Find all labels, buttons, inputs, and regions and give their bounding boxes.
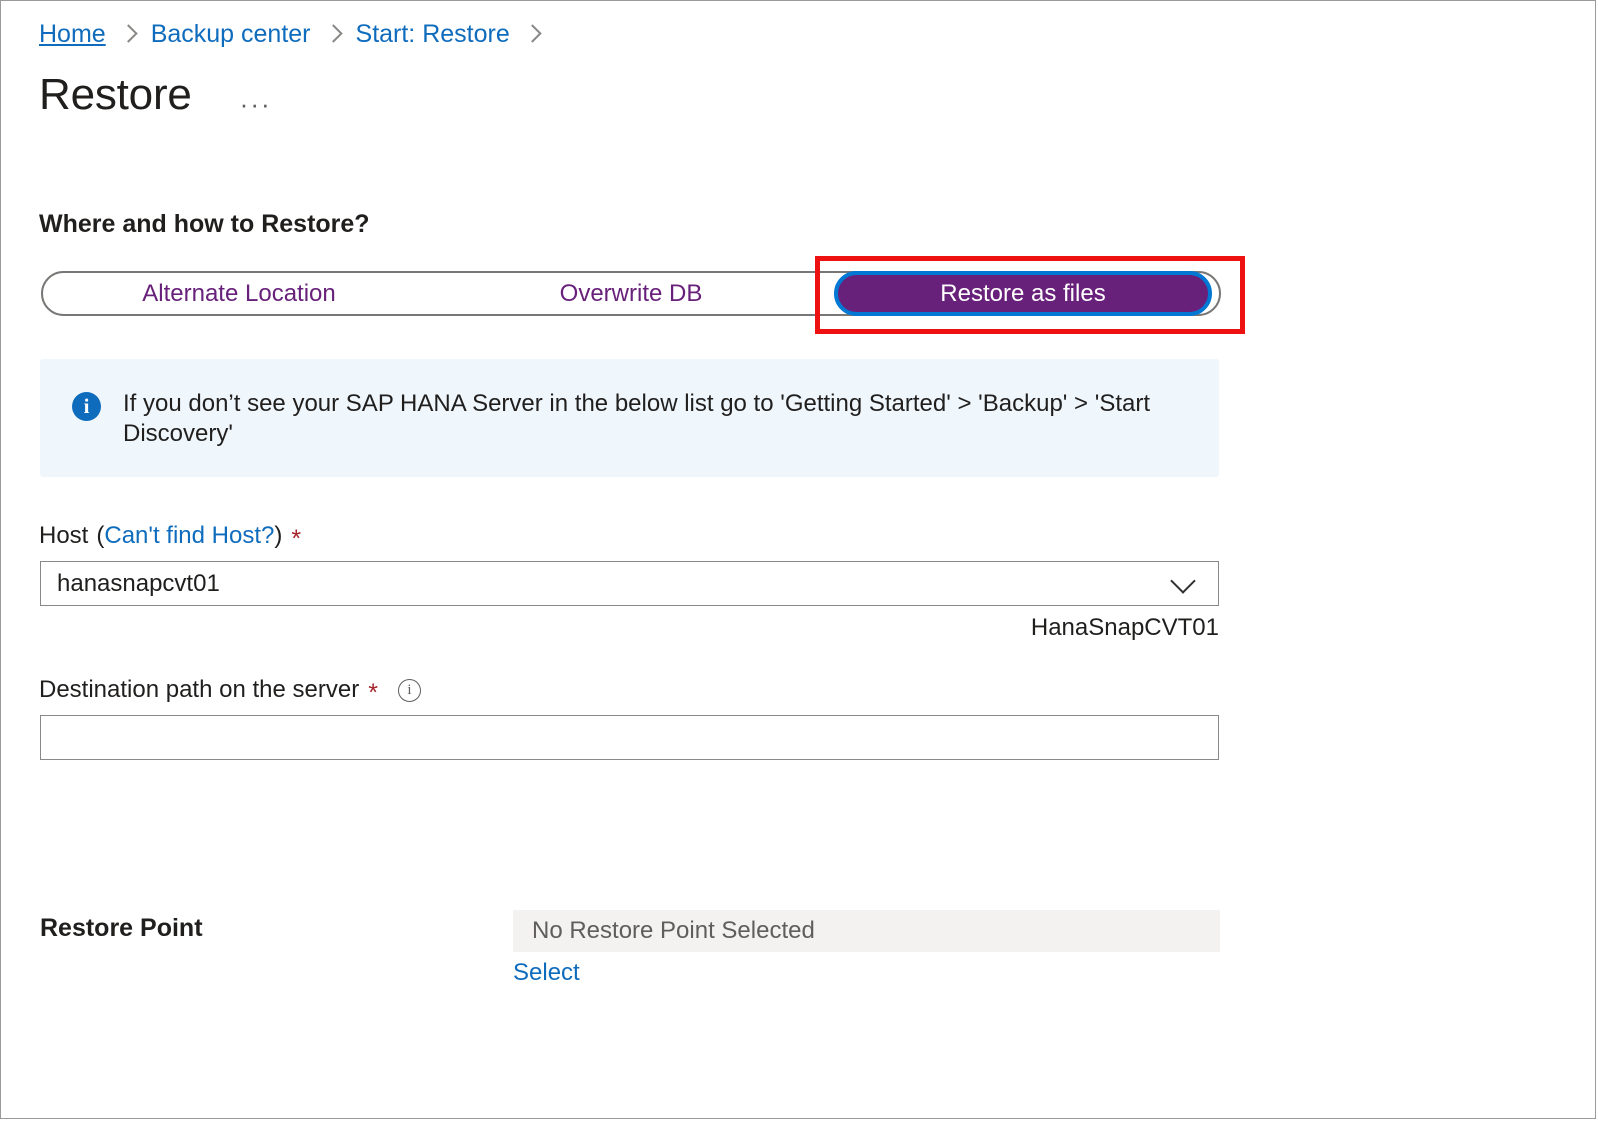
destination-path-label: Destination path on the server * i	[39, 676, 421, 707]
info-banner: i If you don’t see your SAP HANA Server …	[40, 359, 1219, 477]
more-options-button[interactable]: ···	[234, 91, 278, 117]
host-resolved-name: HanaSnapCVT01	[1030, 614, 1219, 641]
destination-required-indicator: *	[368, 679, 378, 707]
restore-blade: Home Backup center Start: Restore Restor…	[0, 0, 1596, 1119]
host-dropdown-value: hanasnapcvt01	[57, 569, 220, 597]
tab-restore-as-files-pill: Restore as files	[834, 271, 1212, 316]
chevron-right-icon	[523, 23, 542, 43]
host-field-label: Host (Can't find Host?) *	[39, 522, 302, 553]
restore-point-select-link[interactable]: Select	[513, 959, 580, 987]
tab-overwrite-db-label: Overwrite DB	[559, 279, 703, 307]
tab-alternate-location[interactable]: Alternate Location	[43, 273, 435, 314]
restore-point-status: No Restore Point Selected	[513, 910, 1220, 952]
breadcrumb: Home Backup center Start: Restore	[39, 19, 555, 49]
tab-alternate-location-label: Alternate Location	[142, 279, 336, 307]
info-icon: i	[72, 392, 101, 421]
destination-path-input[interactable]	[57, 723, 1202, 752]
destination-path-label-text: Destination path on the server	[39, 676, 360, 703]
breadcrumb-item-backup-center[interactable]: Backup center	[151, 19, 311, 49]
host-paren-open: (	[96, 522, 105, 549]
info-banner-text: If you don’t see your SAP HANA Server in…	[123, 390, 1151, 447]
chevron-right-icon	[323, 23, 343, 43]
page-header: Restore ···	[39, 69, 278, 121]
tab-restore-as-files-label: Restore as files	[940, 279, 1106, 307]
breadcrumb-item-home[interactable]: Home	[39, 19, 106, 49]
tab-overwrite-db[interactable]: Overwrite DB	[435, 273, 827, 314]
page-title: Restore	[39, 70, 192, 119]
host-dropdown[interactable]: hanasnapcvt01	[40, 561, 1219, 606]
host-label-text: Host	[39, 522, 89, 549]
tab-restore-as-files[interactable]: Restore as files	[827, 271, 1219, 316]
breadcrumb-item-start-restore[interactable]: Start: Restore	[356, 19, 510, 49]
cant-find-host-link[interactable]: Can't find Host?	[104, 522, 274, 550]
section-heading: Where and how to Restore?	[39, 210, 370, 238]
host-required-indicator: *	[291, 525, 302, 553]
restore-point-label: Restore Point	[40, 914, 203, 942]
chevron-right-icon	[118, 23, 138, 43]
info-tooltip-icon[interactable]: i	[397, 678, 421, 702]
destination-path-input-wrapper[interactable]	[40, 715, 1219, 760]
host-paren-close: )	[274, 522, 283, 549]
chevron-down-icon	[1170, 567, 1196, 594]
restore-mode-tabs: Alternate Location Overwrite DB Restore …	[41, 271, 1221, 316]
